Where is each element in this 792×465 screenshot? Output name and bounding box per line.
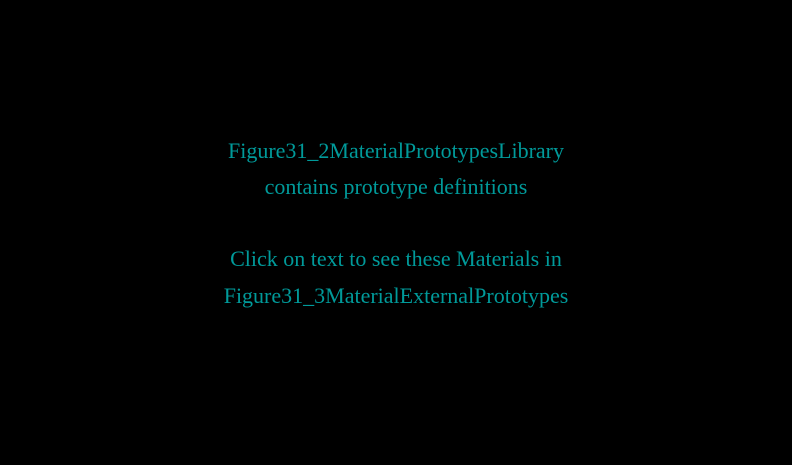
link-text-line-2[interactable]: Figure31_3MaterialExternalPrototypes — [0, 283, 792, 309]
library-title-text: Figure31_2MaterialPrototypesLibrary — [227, 138, 565, 163]
link-text-line-1[interactable]: Click on text to see these Materials in — [0, 246, 792, 272]
library-description-text: contains prototype definitions — [264, 174, 528, 199]
